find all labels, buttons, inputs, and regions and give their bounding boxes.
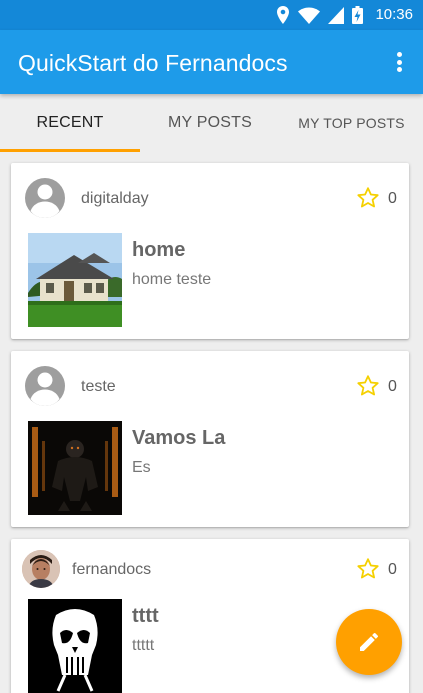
post-body[interactable]: Es (132, 459, 151, 477)
battery-charging-icon (352, 6, 364, 24)
post-title[interactable]: tttt (132, 605, 159, 628)
post-body[interactable]: ttttt (132, 637, 154, 655)
star-outline-icon[interactable] (356, 186, 380, 210)
post-thumbnail[interactable] (28, 599, 122, 693)
avatar-placeholder-icon[interactable] (25, 366, 65, 406)
post-body[interactable]: home teste (132, 271, 211, 289)
post-thumbnail[interactable] (28, 421, 122, 515)
new-post-fab[interactable] (336, 609, 402, 675)
app-title: QuickStart do Fernandocs (18, 50, 288, 76)
more-vert-icon[interactable] (391, 50, 407, 74)
post-card[interactable]: teste 0 Vamos La Es (11, 351, 409, 527)
avatar-photo[interactable] (22, 550, 60, 588)
edit-pencil-icon (360, 633, 378, 651)
star-count: 0 (388, 190, 397, 207)
tab-indicator (0, 149, 140, 152)
post-author[interactable]: fernandocs (72, 561, 151, 579)
tab-recent[interactable]: RECENT (0, 94, 140, 152)
tab-recent-label: RECENT (36, 114, 104, 131)
app-bar: QuickStart do Fernandocs (0, 30, 423, 94)
post-title[interactable]: home (132, 239, 185, 262)
clock: 10:36 (375, 6, 413, 23)
tab-my-posts[interactable]: MY POSTS (140, 94, 280, 152)
avatar-placeholder-icon[interactable] (25, 178, 65, 218)
tab-my-top-posts[interactable]: MY TOP POSTS (280, 94, 423, 152)
signal-icon (328, 6, 345, 24)
tab-my-posts-label: MY POSTS (168, 114, 252, 131)
star-count: 0 (388, 561, 397, 578)
post-author[interactable]: teste (81, 378, 116, 396)
tab-my-top-posts-label: MY TOP POSTS (298, 115, 405, 131)
status-icons: 10:36 (276, 5, 413, 25)
post-card[interactable]: digitalday 0 home home teste (11, 163, 409, 339)
star-count: 0 (388, 378, 397, 395)
post-thumbnail[interactable] (28, 233, 122, 327)
star-outline-icon[interactable] (356, 374, 380, 398)
tab-bar: RECENT MY POSTS MY TOP POSTS (0, 94, 423, 152)
location-icon (277, 6, 290, 24)
post-author[interactable]: digitalday (81, 190, 149, 208)
wifi-icon (298, 7, 321, 24)
star-outline-icon[interactable] (356, 557, 380, 581)
status-bar: 10:36 (0, 0, 423, 30)
post-title[interactable]: Vamos La (132, 427, 225, 450)
